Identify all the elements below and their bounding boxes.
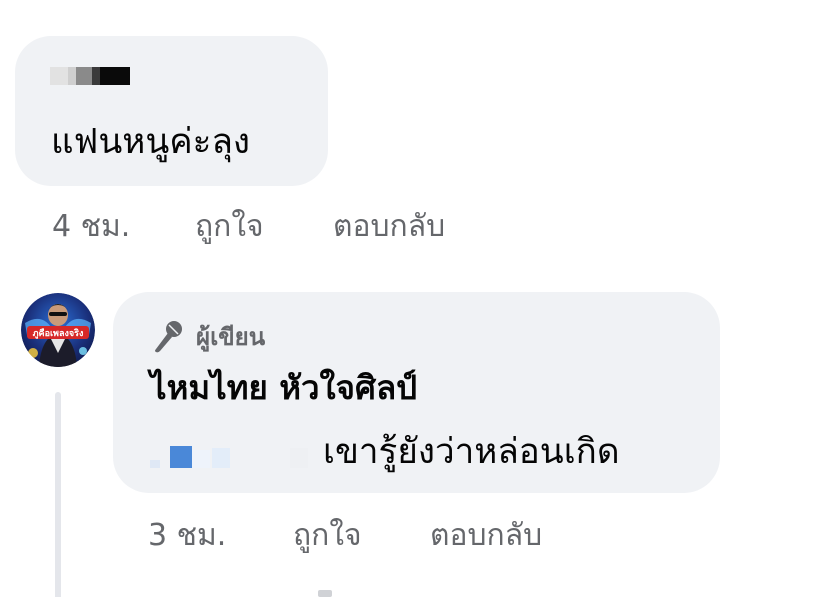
author-badge-label: ผู้เขียน <box>196 322 266 351</box>
redacted-mention[interactable] <box>150 440 310 470</box>
thread-connector-line <box>55 392 61 597</box>
reply-author-name[interactable]: ไหมไทย หัวใจศิลป์ <box>150 366 417 410</box>
partial-next-item <box>318 590 332 597</box>
redacted-commenter-name[interactable] <box>50 67 130 85</box>
comment-text: แฟนหนูค่ะลุง <box>51 122 251 162</box>
reply-like-button[interactable]: ถูกใจ <box>293 516 362 556</box>
comment-thread: แฟนหนูค่ะลุง 4 ชม. ถูกใจ ตอบกลับ ภูคือเพ <box>0 0 817 597</box>
reply-timestamp[interactable]: 3 ชม. <box>148 516 226 556</box>
avatar-caption: ภูคือเพลงจริง <box>33 327 84 339</box>
microphone-icon <box>155 321 182 353</box>
reply-reply-button[interactable]: ตอบกลับ <box>430 516 542 556</box>
author-avatar-image: ภูคือเพลงจริง <box>21 293 95 367</box>
reply-text: เขารู้ยังว่าหล่อนเกิด <box>323 432 620 472</box>
like-button[interactable]: ถูกใจ <box>195 207 264 247</box>
avatar[interactable]: ภูคือเพลงจริง <box>21 293 95 367</box>
author-badge: ผู้เขียน <box>150 318 265 354</box>
comment-timestamp[interactable]: 4 ชม. <box>52 207 130 247</box>
reply-button[interactable]: ตอบกลับ <box>333 207 445 247</box>
